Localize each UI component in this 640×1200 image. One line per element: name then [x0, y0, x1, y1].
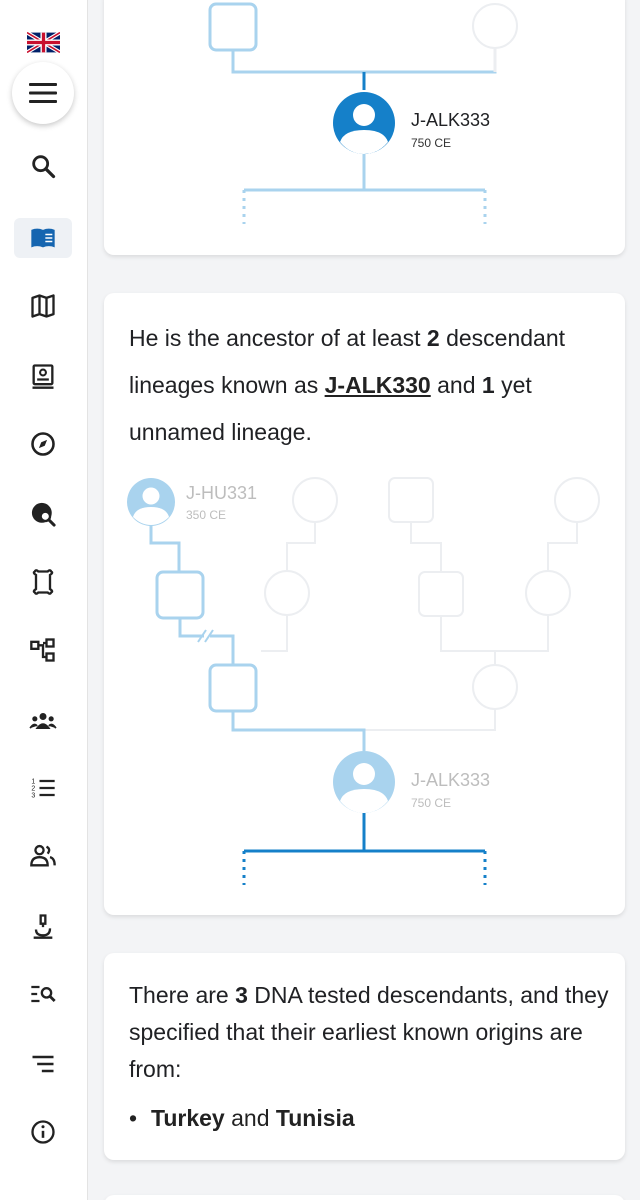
uk-flag-icon[interactable]	[26, 30, 61, 55]
sort-lines-icon	[32, 1055, 54, 1073]
sidebar: 123	[0, 0, 88, 1200]
intermediate-box-node	[155, 570, 205, 620]
svg-text:2: 2	[31, 785, 35, 792]
lineage-tree-card: J-ALK333 750 CE	[104, 0, 625, 255]
certificate-icon	[32, 364, 54, 389]
hamburger-icon	[29, 83, 57, 103]
nav-compass[interactable]	[14, 424, 72, 464]
list-search-icon	[31, 985, 56, 1003]
nav-globe-search[interactable]	[14, 494, 72, 534]
ancestor-name: J-HU331	[186, 483, 257, 503]
microscope-icon	[33, 914, 53, 939]
origins-list: Turkey and Tunisia	[129, 1100, 609, 1137]
nav-microscope[interactable]	[14, 906, 72, 946]
sibling-circle-node	[472, 3, 518, 49]
next-card	[104, 1195, 625, 1200]
country-name: Tunisia	[275, 1105, 355, 1131]
node-name: J-ALK333	[411, 770, 490, 790]
ancestor-date: 350 CE	[186, 508, 226, 522]
hamburger-menu-button[interactable]	[12, 62, 74, 124]
numbered-list-icon: 123	[31, 778, 55, 799]
nav-map[interactable]	[14, 286, 72, 326]
ancestor-avatar	[127, 478, 175, 526]
focal-avatar	[333, 751, 395, 813]
nav-people[interactable]	[14, 836, 72, 876]
descendant-branch-line	[244, 813, 485, 853]
nav-tree-structure[interactable]	[14, 630, 72, 670]
nav-sort-lines[interactable]	[14, 1044, 72, 1084]
lineage-tree-diagram: J-ALK333 750 CE	[208, 2, 518, 224]
info-icon	[31, 1120, 55, 1144]
map-icon	[31, 294, 55, 318]
avatar	[333, 92, 395, 154]
nav-bone[interactable]	[14, 562, 72, 602]
svg-text:3: 3	[31, 792, 35, 799]
tree-structure-icon	[30, 638, 55, 662]
nav-info[interactable]	[14, 1112, 72, 1152]
compass-icon	[31, 432, 55, 456]
ancestor-box-node	[208, 2, 258, 52]
dna-descendants-card: There are 3 DNA tested descendants, and …	[104, 953, 625, 1160]
descendants-summary-text: There are 3 DNA tested descendants, and …	[129, 982, 609, 1082]
country-name: Turkey	[151, 1105, 225, 1131]
nav-list-search[interactable]	[14, 974, 72, 1014]
descendant-lineages-card: He is the ancestor of at least 2 descend…	[104, 293, 625, 915]
nav-numbered-list[interactable]: 123	[14, 768, 72, 808]
node-date: 750 CE	[411, 136, 451, 150]
globe-search-icon	[31, 502, 56, 527]
list-item: Turkey and Tunisia	[129, 1100, 609, 1137]
search-icon	[32, 155, 56, 179]
nav-groups[interactable]	[14, 700, 72, 740]
main-content: J-ALK333 750 CE He is the ancestor of at…	[89, 0, 640, 1200]
svg-text:1: 1	[31, 778, 35, 785]
parent-box-node	[208, 663, 258, 713]
descendant-tree-diagram: J-HU331 350 CE J-ALK333 750 CE	[127, 477, 600, 885]
book-icon	[31, 228, 55, 248]
groups-icon	[29, 713, 57, 730]
nav-book[interactable]	[14, 218, 72, 258]
nav-certificate[interactable]	[14, 356, 72, 396]
people-icon	[30, 844, 56, 867]
node-date: 750 CE	[411, 796, 451, 810]
bone-icon	[32, 569, 54, 595]
connector-line	[231, 48, 497, 74]
node-name: J-ALK333	[411, 110, 490, 130]
nav-search[interactable]	[14, 146, 72, 186]
